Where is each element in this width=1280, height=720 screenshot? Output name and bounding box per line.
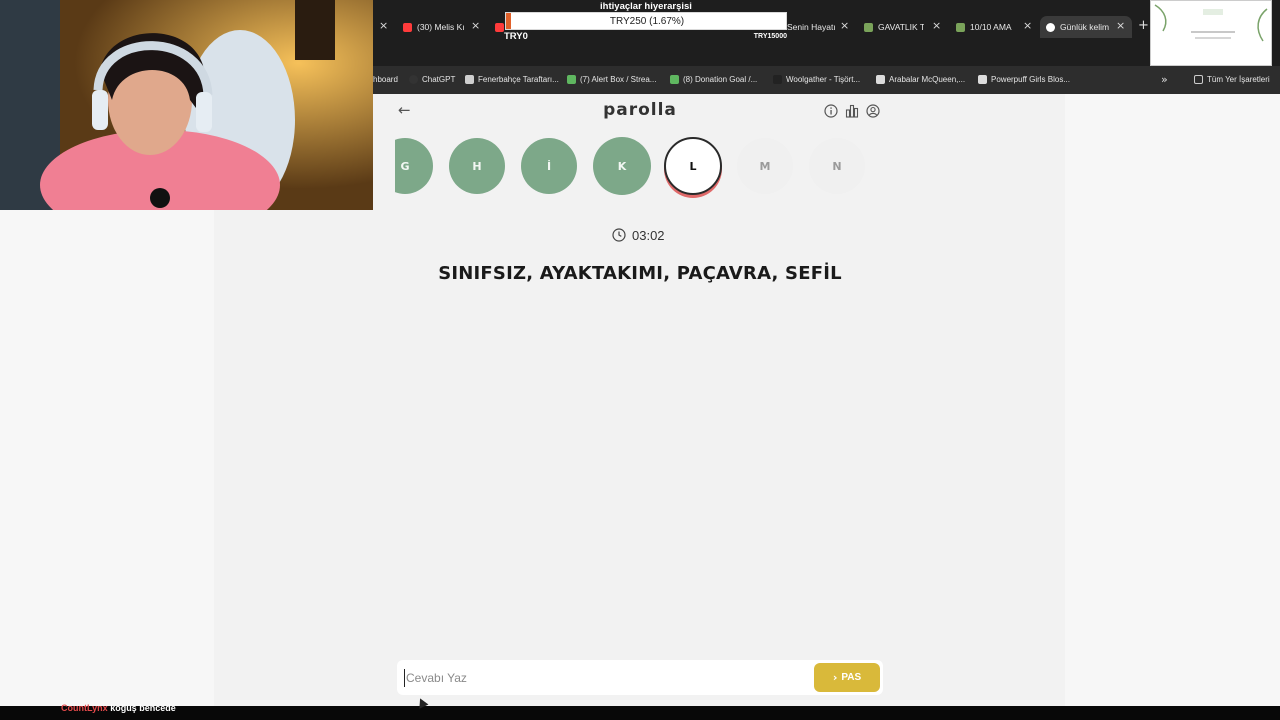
letter-circle: H — [449, 138, 505, 194]
bookmark-item[interactable]: Fenerbahçe Taraftarı... — [465, 75, 559, 84]
new-tab-icon[interactable]: + — [1138, 18, 1149, 33]
answer-form: › PAS — [397, 660, 883, 695]
browser-tab[interactable]: GAVATLIK Tİ — [864, 18, 924, 36]
arrow-left-icon[interactable]: ← — [398, 101, 414, 119]
info-icon[interactable] — [824, 104, 838, 118]
donation-goal-max: TRY15000 — [753, 33, 787, 40]
bookmark-item[interactable]: Woolgather - Tişört... — [773, 75, 860, 84]
webcam-overlay — [0, 0, 373, 210]
bookmark-favicon-icon — [465, 75, 474, 84]
bookmark-item[interactable]: Powerpuff Girls Blos... — [978, 75, 1070, 84]
screen: × (30) Melis Kı × Senin Hayatı × GAVATLI… — [0, 0, 1280, 720]
countdown-timer: 03:02 — [612, 226, 665, 244]
preview-thumbnail — [1150, 0, 1272, 66]
browser-tab[interactable]: (30) Melis Kı — [403, 18, 469, 36]
leaf-decoration-icon — [1154, 4, 1268, 42]
bar-chart-icon[interactable] — [845, 104, 859, 118]
webcam-image — [0, 0, 373, 210]
letter-circle-current: L — [664, 137, 722, 195]
letter-circle: N — [809, 138, 865, 194]
tab-close-icon[interactable]: × — [1116, 19, 1125, 32]
bookmark-favicon-icon — [876, 75, 885, 84]
bookmark-item[interactable]: ChatGPT — [409, 75, 455, 84]
chat-message: CountLynx koğuş bencede — [61, 703, 176, 713]
browser-tab[interactable]: Senin Hayatı — [787, 18, 835, 36]
bookmark-item[interactable]: hboard — [373, 75, 398, 84]
app-title: parolla — [603, 100, 677, 120]
folder-icon — [1194, 75, 1203, 84]
bookmark-item[interactable]: (7) Alert Box / Strea... — [567, 75, 656, 84]
tab-close-icon[interactable]: × — [932, 19, 941, 32]
tab-favicon-icon — [1046, 22, 1055, 32]
bookmark-favicon-icon — [567, 75, 576, 84]
chat-username: CountLynx — [61, 703, 108, 713]
chat-text: koğuş bencede — [110, 703, 176, 713]
bookmark-favicon-icon — [978, 75, 987, 84]
youtube-icon — [495, 22, 504, 32]
youtube-icon — [403, 22, 412, 32]
user-circle-icon[interactable] — [866, 104, 880, 118]
bookmark-item[interactable]: Arabalar McQueen,... — [876, 75, 965, 84]
tab-favicon-icon — [864, 22, 873, 32]
pass-button[interactable]: › PAS — [814, 663, 880, 692]
tab-close-icon[interactable]: × — [1023, 19, 1032, 32]
clock-icon — [612, 228, 626, 242]
chevron-right-icon: › — [832, 671, 838, 684]
letter-circle: K — [593, 137, 651, 195]
page-left-margin — [0, 210, 214, 706]
letter-track: G H İ K L M N — [395, 136, 885, 200]
tab-close-icon[interactable]: × — [379, 19, 388, 32]
chatgpt-icon — [409, 75, 418, 84]
letter-circle: G — [395, 138, 433, 194]
tab-close-icon[interactable]: × — [840, 19, 849, 32]
letter-circle: İ — [521, 138, 577, 194]
tab-close-icon[interactable]: × — [471, 19, 480, 32]
question-clue: SINIFSIZ, AYAKTAKIMI, PAÇAVRA, SEFİL — [438, 263, 842, 284]
page-right-margin — [1065, 94, 1280, 706]
timer-value: 03:02 — [632, 227, 665, 243]
bookmark-favicon-icon — [670, 75, 679, 84]
bookmark-favicon-icon — [773, 75, 782, 84]
answer-input[interactable] — [404, 669, 794, 687]
chevron-double-right-icon[interactable]: » — [1161, 73, 1168, 86]
all-bookmarks-folder[interactable]: Tüm Yer İşaretleri — [1194, 75, 1270, 84]
donation-goal-min: TRY0 — [504, 31, 528, 42]
donation-goal-amount: TRY250 (1.67%) — [609, 16, 685, 27]
browser-tab[interactable]: 10/10 AMA — [956, 18, 1018, 36]
donation-goal-widget: ihtiyaçlar hiyerarşisi TRY250 (1.67%) TR… — [504, 0, 787, 42]
donation-goal-bar: TRY250 (1.67%) — [505, 12, 787, 30]
donation-goal-title: ihtiyaçlar hiyerarşisi — [600, 1, 692, 12]
stream-bottom-bar — [0, 706, 1280, 720]
letter-circle: M — [737, 138, 793, 194]
bookmark-item[interactable]: (8) Donation Goal /... — [670, 75, 757, 84]
tab-favicon-icon — [956, 22, 965, 32]
